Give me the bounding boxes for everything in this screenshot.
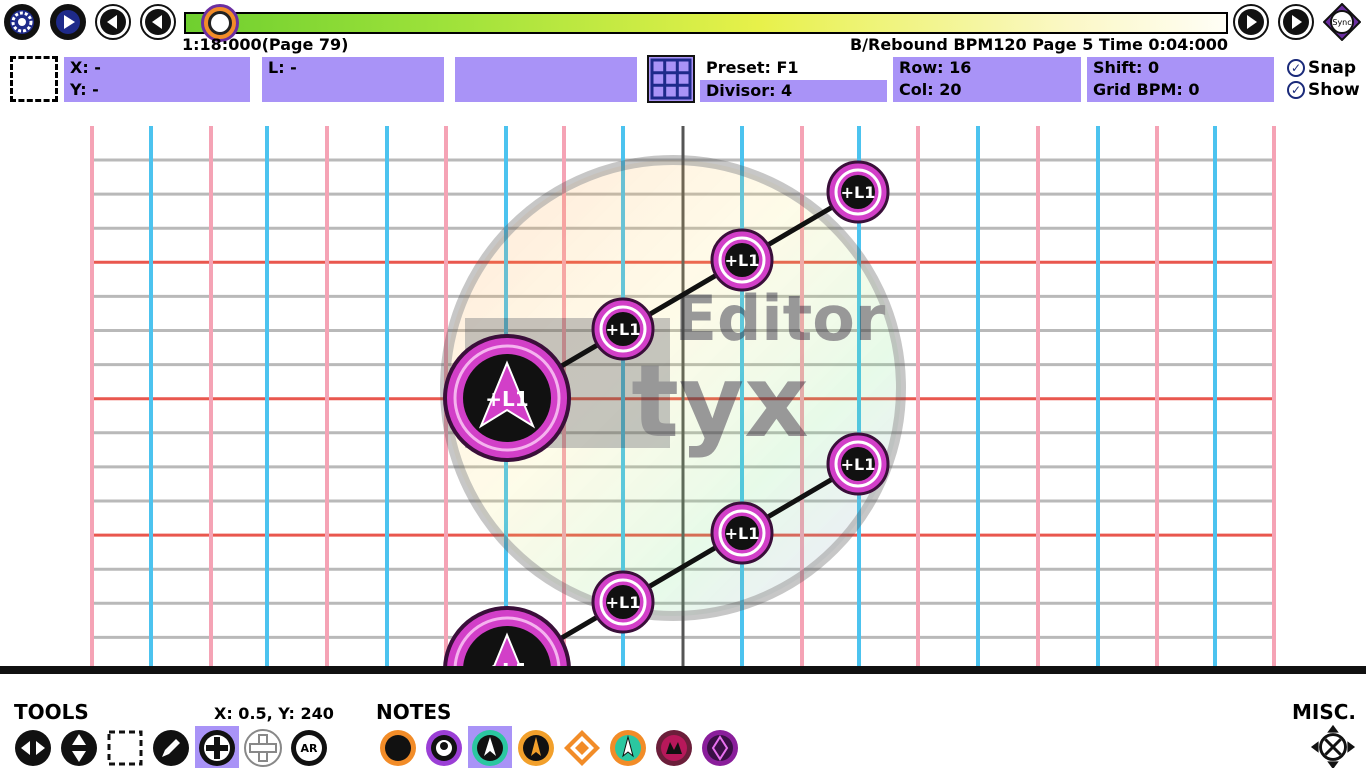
gear-icon (10, 10, 34, 34)
shift-panel[interactable]: Shift: 0 Grid BPM: 0 (1087, 57, 1274, 102)
snap-toggle[interactable]: ✓ Snap (1287, 58, 1356, 78)
row-readout: Row: 16 (899, 58, 972, 77)
ar-icon: AR (291, 730, 327, 766)
rebound-note-icon (702, 730, 738, 766)
note-label: +L1 (841, 455, 876, 474)
show-label: Show (1308, 80, 1360, 100)
note-type-cdrag-head[interactable] (606, 726, 650, 768)
sync-button[interactable]: Sync (1323, 3, 1361, 41)
notes-title: NOTES (376, 700, 452, 724)
flip-vertical-icon (61, 730, 97, 766)
cdrag-head-note-icon (610, 730, 646, 766)
tool-add-note[interactable] (195, 726, 239, 768)
svg-text:Sync: Sync (1332, 18, 1351, 27)
grid-canvas[interactable]: Editor tyx +L1+L1+L1+L1+L1+L1+L1+L1 (0, 118, 1366, 668)
tool-select-box[interactable] (103, 726, 147, 768)
show-toggle[interactable]: ✓ Show (1287, 80, 1360, 100)
grid-icon (650, 58, 692, 100)
drag-child-note[interactable]: +L1 (710, 228, 774, 292)
misc-tools-button[interactable] (1308, 722, 1358, 768)
note-label: +L1 (725, 251, 760, 270)
note-type-hold[interactable] (422, 726, 466, 768)
selection-box-indicator (10, 56, 58, 102)
drag-child-note[interactable]: +L1 (826, 432, 890, 496)
select-box-icon (107, 730, 143, 766)
drag-head-note-icon (518, 730, 554, 766)
tool-flip-vertical[interactable] (57, 726, 101, 768)
drag-child-note[interactable]: +L1 (710, 501, 774, 565)
cursor-readout: X: 0.5, Y: 240 (214, 704, 334, 723)
misc-title: MISC. (1291, 700, 1356, 724)
note-label: +L1 (606, 593, 641, 612)
col-readout: Col: 20 (899, 80, 962, 99)
settings-gear-button[interactable] (4, 4, 40, 40)
timeline-slider[interactable] (184, 12, 1228, 34)
timeline-position-label: 1:18:000(Page 79) (182, 35, 349, 54)
add-outline-icon (244, 729, 282, 767)
note-label: +L1 (841, 183, 876, 202)
long-hold-note-icon (472, 730, 508, 766)
drag-child-note[interactable]: +L1 (591, 297, 655, 361)
note-type-tap[interactable] (376, 726, 420, 768)
y-readout: Y: - (70, 80, 99, 99)
play-button[interactable] (50, 4, 86, 40)
prev-page-fast-button[interactable] (95, 4, 131, 40)
note-type-rebound[interactable] (698, 726, 742, 768)
flip-horizontal-icon (15, 730, 51, 766)
status-label: B/Rebound BPM120 Page 5 Time 0:04:000 (849, 35, 1228, 54)
length-panel: L: - (262, 57, 444, 102)
sync-icon: Sync (1323, 3, 1361, 41)
hold-note-icon (426, 730, 462, 766)
flick-note-icon (564, 730, 600, 766)
tap-note-icon (380, 730, 416, 766)
x-readout: X: - (70, 58, 101, 77)
snap-label: Snap (1308, 58, 1356, 78)
bottom-toolbar: TOOLS X: 0.5, Y: 240 NOTES MISC. AR (0, 666, 1366, 768)
next-page-fast-button[interactable] (1278, 4, 1314, 40)
empty-panel (455, 57, 637, 102)
drag-head-note[interactable]: +L1 (443, 606, 571, 668)
arrow-right-icon (1283, 9, 1309, 35)
note-type-flick[interactable] (560, 726, 604, 768)
note-type-long-hold[interactable] (468, 726, 512, 768)
drag-head-note[interactable]: +L1 (443, 334, 571, 462)
preset-readout: Preset: F1 (706, 58, 799, 77)
drag-child-note[interactable]: +L1 (591, 570, 655, 634)
pencil-icon (153, 730, 189, 766)
note-label: +L1 (485, 387, 528, 411)
misc-tools-icon (1310, 724, 1356, 768)
divisor-panel[interactable]: Divisor: 4 (700, 80, 887, 102)
note-type-drag-head[interactable] (514, 726, 558, 768)
tool-add-outline[interactable] (241, 726, 285, 768)
svg-text:AR: AR (301, 742, 319, 755)
tools-title: TOOLS (14, 700, 89, 724)
watermark-text-tyx: tyx (631, 343, 809, 460)
scan-change-note-icon (656, 730, 692, 766)
note-label: +L1 (606, 320, 641, 339)
tool-ar[interactable]: AR (287, 726, 331, 768)
shift-readout: Shift: 0 (1093, 58, 1160, 77)
next-page-button[interactable] (1233, 4, 1269, 40)
play-icon (56, 10, 80, 34)
add-icon (199, 730, 235, 766)
tool-flip-horizontal[interactable] (11, 726, 55, 768)
chart-editor-canvas[interactable]: Editor tyx +L1+L1+L1+L1+L1+L1+L1+L1 (0, 118, 1366, 668)
xy-panel: X: - Y: - (64, 57, 250, 102)
grid-toggle-button[interactable] (647, 55, 695, 103)
checkmark-icon: ✓ (1287, 59, 1305, 77)
drag-child-note[interactable]: +L1 (826, 160, 890, 224)
prev-page-button[interactable] (140, 4, 176, 40)
divisor-readout: Divisor: 4 (706, 81, 793, 100)
tool-pencil[interactable] (149, 726, 193, 768)
grid-bpm-readout: Grid BPM: 0 (1093, 80, 1200, 99)
checkmark-icon: ✓ (1287, 81, 1305, 99)
arrow-left-icon (100, 9, 126, 35)
arrow-left-icon (145, 9, 171, 35)
arrow-right-icon (1238, 9, 1264, 35)
note-type-scan-change[interactable] (652, 726, 696, 768)
note-label: +L1 (725, 524, 760, 543)
length-readout: L: - (268, 58, 297, 77)
row-col-panel[interactable]: Row: 16 Col: 20 (893, 57, 1081, 102)
